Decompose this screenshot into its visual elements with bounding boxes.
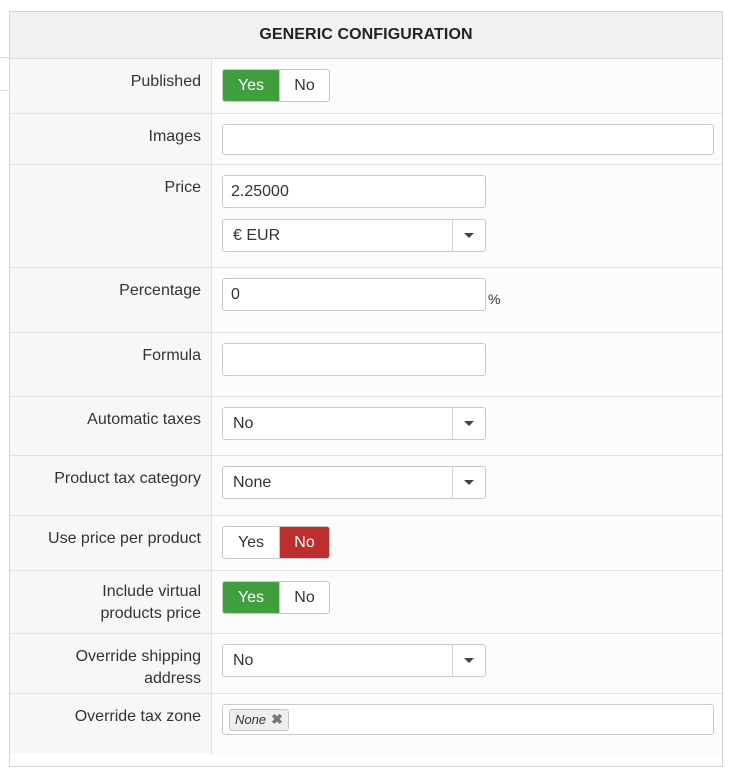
- use-price-per-product-toggle[interactable]: Yes No: [222, 526, 330, 559]
- row-override-tax-zone: Override tax zone None ✖: [10, 694, 722, 754]
- automatic-taxes-select[interactable]: No: [222, 407, 486, 440]
- caret-down-icon: [464, 233, 474, 238]
- row-images: Images: [10, 114, 722, 165]
- label-automatic-taxes: Automatic taxes: [10, 397, 212, 455]
- label-price: Price: [10, 165, 212, 267]
- automatic-taxes-value: No: [233, 414, 254, 432]
- row-percentage: Percentage 0 %: [10, 268, 722, 333]
- percentage-input[interactable]: 0: [222, 278, 486, 311]
- row-price: Price 2.25000 € EUR: [10, 165, 722, 268]
- row-published: Published Yes No: [10, 59, 722, 114]
- label-percentage: Percentage: [10, 268, 212, 332]
- row-include-virtual-products-price: Include virtual products price Yes No: [10, 571, 722, 634]
- label-include-virtual-products-price: Include virtual products price: [10, 571, 212, 633]
- caret-down-icon: [464, 658, 474, 663]
- published-toggle[interactable]: Yes No: [222, 69, 330, 102]
- row-automatic-taxes: Automatic taxes No: [10, 397, 722, 456]
- include-virtual-yes-option[interactable]: Yes: [223, 582, 279, 613]
- automatic-taxes-dropdown-button[interactable]: [452, 408, 485, 439]
- currency-dropdown-button[interactable]: [452, 220, 485, 251]
- generic-configuration-panel: GENERIC CONFIGURATION Published Yes No I…: [9, 11, 723, 767]
- row-formula: Formula: [10, 333, 722, 397]
- formula-input[interactable]: [222, 343, 486, 376]
- images-input[interactable]: [222, 124, 714, 155]
- include-virtual-no-option[interactable]: No: [279, 582, 329, 613]
- product-tax-category-value: None: [233, 473, 272, 491]
- label-override-tax-zone: Override tax zone: [10, 694, 212, 754]
- caret-down-icon: [464, 421, 474, 426]
- published-no-option[interactable]: No: [279, 70, 329, 101]
- row-override-shipping-address: Override shipping address No: [10, 634, 722, 694]
- label-product-tax-category: Product tax category: [10, 456, 212, 515]
- label-images: Images: [10, 114, 212, 164]
- currency-select-value: € EUR: [233, 226, 281, 244]
- row-product-tax-category: Product tax category None: [10, 456, 722, 516]
- label-use-price-per-product: Use price per product: [10, 516, 212, 570]
- product-tax-category-select[interactable]: None: [222, 466, 486, 499]
- currency-select[interactable]: € EUR: [222, 219, 486, 252]
- price-input[interactable]: 2.25000: [222, 175, 486, 208]
- label-line-1: Include virtual: [102, 583, 201, 600]
- override-shipping-value: No: [233, 651, 254, 669]
- override-shipping-dropdown-button[interactable]: [452, 645, 485, 676]
- row-use-price-per-product: Use price per product Yes No: [10, 516, 722, 571]
- tax-zone-tag-label: None: [235, 712, 267, 727]
- include-virtual-toggle[interactable]: Yes No: [222, 581, 330, 614]
- override-shipping-select[interactable]: No: [222, 644, 486, 677]
- panel-title: GENERIC CONFIGURATION: [10, 12, 722, 59]
- published-yes-option[interactable]: Yes: [223, 70, 279, 101]
- label-published: Published: [10, 59, 212, 113]
- label-formula: Formula: [10, 333, 212, 396]
- use-price-per-product-no-option[interactable]: No: [279, 527, 329, 558]
- tax-zone-tag: None ✖: [229, 708, 289, 731]
- percent-unit: %: [488, 291, 501, 307]
- use-price-per-product-yes-option[interactable]: Yes: [223, 527, 279, 558]
- override-tax-zone-multiselect[interactable]: None ✖: [222, 704, 714, 735]
- caret-down-icon: [464, 480, 474, 485]
- label-line-2: products price: [100, 605, 202, 622]
- label-override-shipping-address: Override shipping address: [10, 634, 212, 693]
- close-icon[interactable]: ✖: [271, 711, 283, 728]
- product-tax-category-dropdown-button[interactable]: [452, 467, 485, 498]
